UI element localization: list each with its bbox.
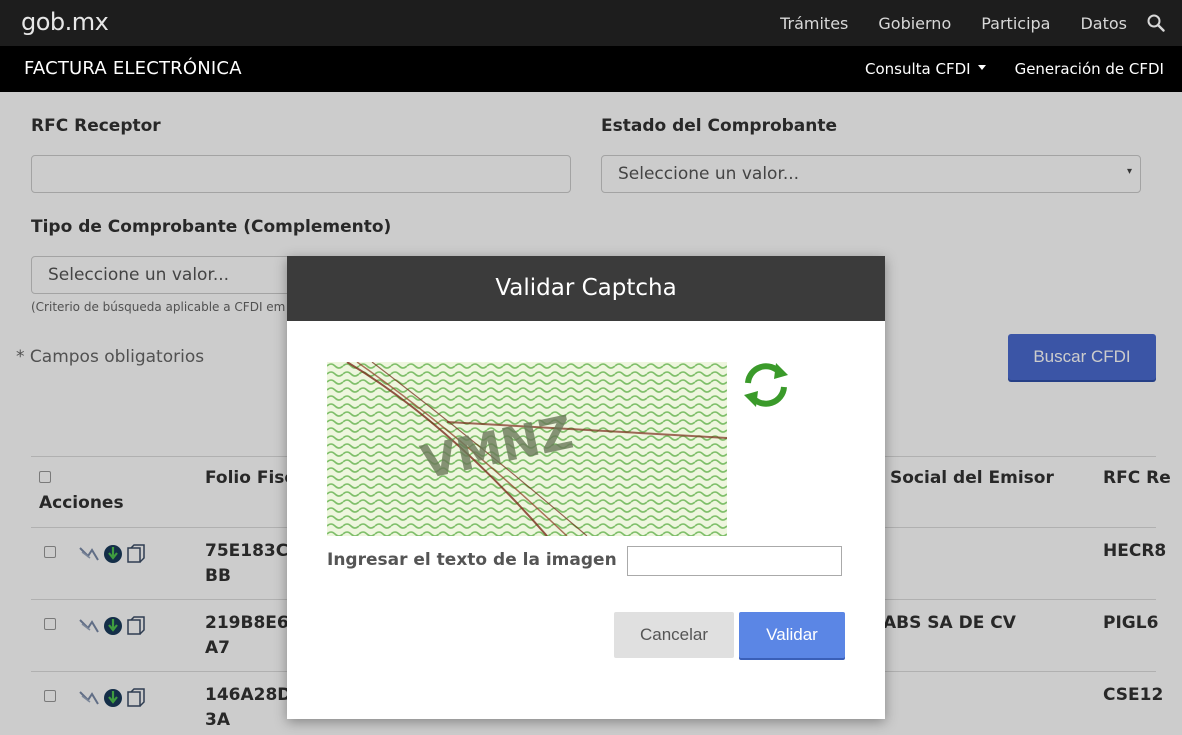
nav-datos[interactable]: Datos <box>1080 14 1127 33</box>
logo-suffix: mx <box>71 8 109 36</box>
logo-main: gob <box>21 8 65 36</box>
top-nav-links: Trámites Gobierno Participa Datos <box>780 0 1182 46</box>
cancel-button[interactable]: Cancelar <box>614 612 734 658</box>
chevron-down-icon[interactable] <box>977 65 986 70</box>
captcha-input-label: Ingresar el texto de la imagen <box>327 550 617 570</box>
nav-tramites[interactable]: Trámites <box>780 14 848 33</box>
nav-participa[interactable]: Participa <box>981 14 1050 33</box>
top-navbar: gob.mx Trámites Gobierno Participa Datos <box>0 0 1182 46</box>
captcha-modal: Validar Captcha VMNZ Ingresar el texto d… <box>287 256 885 719</box>
gobmx-logo[interactable]: gob.mx <box>21 8 109 36</box>
search-icon[interactable] <box>1147 14 1165 32</box>
nav-generacion-cfdi[interactable]: Generación de CFDI <box>1015 60 1164 78</box>
logo-dot: . <box>64 8 73 36</box>
modal-title: Validar Captcha <box>287 256 885 321</box>
nav-consulta-cfdi[interactable]: Consulta CFDI <box>865 60 971 78</box>
section-title: FACTURA ELECTRÓNICA <box>24 58 242 79</box>
captcha-input[interactable] <box>627 546 842 576</box>
nav-gobierno[interactable]: Gobierno <box>878 14 951 33</box>
refresh-icon[interactable] <box>740 361 792 409</box>
section-navbar: FACTURA ELECTRÓNICA Consulta CFDI Genera… <box>0 46 1182 92</box>
validate-button[interactable]: Validar <box>739 612 845 658</box>
captcha-image: VMNZ <box>327 362 727 536</box>
section-nav: Consulta CFDI Generación de CFDI <box>865 46 1164 92</box>
